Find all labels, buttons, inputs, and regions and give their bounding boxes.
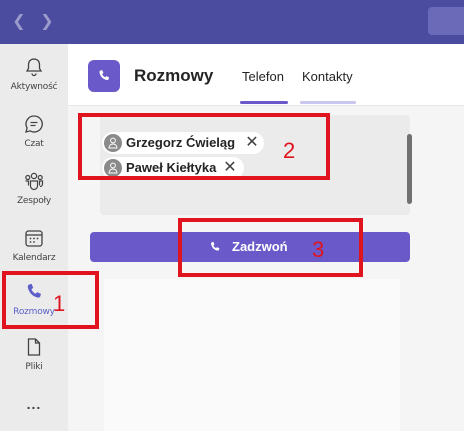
search-box[interactable] <box>428 7 464 35</box>
rail-item-zespoly[interactable]: Zespoły <box>0 170 68 232</box>
more-apps-button[interactable]: ... <box>22 397 46 415</box>
active-tab-indicator <box>240 101 288 104</box>
page-title: Rozmowy <box>134 66 214 85</box>
scrollbar[interactable] <box>407 134 412 204</box>
tab-kontakty[interactable]: Kontakty <box>302 69 353 84</box>
results-pane <box>104 279 400 431</box>
page-header: Rozmowy Telefon Kontakty <box>68 44 464 106</box>
phone-icon <box>99 70 110 81</box>
annotation-number-3: 3 <box>312 237 325 262</box>
calls-app-icon <box>88 60 120 92</box>
rail-item-label: Kalendarz <box>12 253 56 263</box>
rail-item-aktywnosc[interactable]: Aktywność <box>0 56 68 118</box>
chat-icon <box>25 115 43 133</box>
calendar-icon <box>25 230 43 247</box>
tab-indicator <box>300 101 356 104</box>
chevron-right-icon[interactable]: ❯ <box>38 11 56 31</box>
tab-telefon[interactable]: Telefon <box>242 69 284 84</box>
chevron-left-icon[interactable]: ❮ <box>10 11 28 31</box>
rail-item-label: Aktywność <box>10 82 58 92</box>
rail-item-pliki[interactable]: Pliki <box>0 336 68 398</box>
teams-icon <box>25 172 44 191</box>
annotation-number-1: 1 <box>53 291 66 316</box>
rail-item-czat[interactable]: Czat <box>0 113 68 175</box>
annotation-number-2: 2 <box>283 138 296 163</box>
file-icon <box>27 338 41 356</box>
annotation-box-1 <box>2 271 99 329</box>
rail-item-label: Zespoły <box>16 196 52 206</box>
rail-item-label: Pliki <box>25 362 43 372</box>
app-rail: Aktywność Czat Zespoły Kalendarz Rozmowy… <box>0 44 68 431</box>
annotation-box-3 <box>178 218 363 277</box>
rail-item-label: Czat <box>24 139 44 149</box>
title-bar: ❮ ❯ <box>0 0 464 44</box>
bell-icon <box>25 58 43 77</box>
